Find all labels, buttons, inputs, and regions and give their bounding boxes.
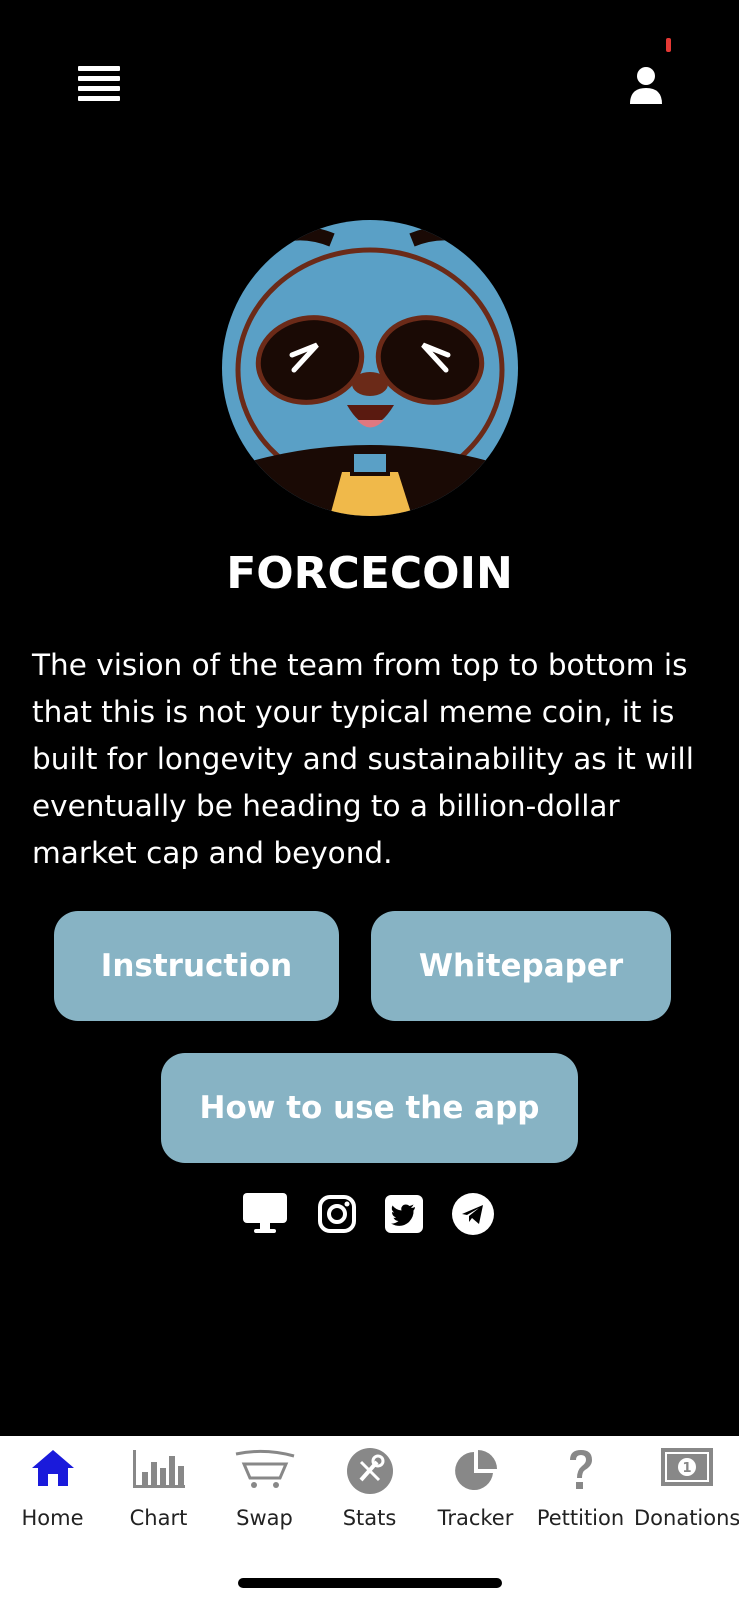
swap-cart-icon [235,1449,294,1488]
telegram-icon [452,1193,494,1235]
menu-button[interactable] [78,66,120,102]
desktop-icon [243,1193,287,1233]
website-link[interactable] [242,1192,288,1238]
question-icon [569,1450,592,1489]
nav-label-donations: Donations [634,1506,739,1530]
whitepaper-button[interactable]: Whitepaper [371,911,671,1021]
nav-label-chart: Chart [129,1506,188,1530]
nav-item-chart[interactable]: Chart [106,1436,211,1556]
telegram-link[interactable] [452,1193,494,1239]
instagram-icon [318,1195,356,1233]
twitter-link[interactable] [385,1195,423,1237]
money-bill-icon: 1 [660,1448,713,1486]
nav-item-swap[interactable]: Swap [212,1436,317,1556]
svg-text:1: 1 [682,1461,691,1476]
hamburger-menu-icon [78,66,120,71]
pie-chart-icon [454,1450,497,1490]
nav-item-pettition[interactable]: Pettition [528,1436,633,1556]
menu-line [78,96,120,101]
twitter-icon [385,1195,423,1233]
nav-label-pettition: Pettition [536,1506,625,1530]
nav-item-home[interactable]: Home [0,1436,105,1556]
menu-line [78,86,120,91]
instagram-link[interactable] [318,1195,356,1237]
nav-label-tracker: Tracker [437,1506,514,1530]
app-title: FORCECOIN [226,548,513,599]
nav-label-stats: Stats [342,1506,397,1530]
home-icon [31,1450,74,1486]
menu-line [78,76,120,81]
instruction-button[interactable]: Instruction [54,911,339,1021]
app-description: The vision of the team from top to botto… [32,648,694,870]
nav-label-swap: Swap [236,1506,293,1530]
stats-tools-icon [346,1448,393,1494]
bottom-navigation: Home Chart Swap Stats Tracker Pettition … [0,1436,739,1600]
home-indicator[interactable] [238,1578,502,1588]
nav-item-stats[interactable]: Stats [317,1436,422,1556]
nav-item-tracker[interactable]: Tracker [423,1436,528,1556]
bar-chart-icon [132,1450,185,1488]
notification-indicator [666,38,671,52]
nav-item-donations[interactable]: 1 Donations [634,1436,739,1556]
profile-button[interactable] [628,66,664,106]
how-to-use-button[interactable]: How to use the app [161,1053,578,1163]
nav-label-home: Home [21,1506,84,1530]
user-icon [630,67,662,104]
panda-mascot-logo [222,220,518,516]
